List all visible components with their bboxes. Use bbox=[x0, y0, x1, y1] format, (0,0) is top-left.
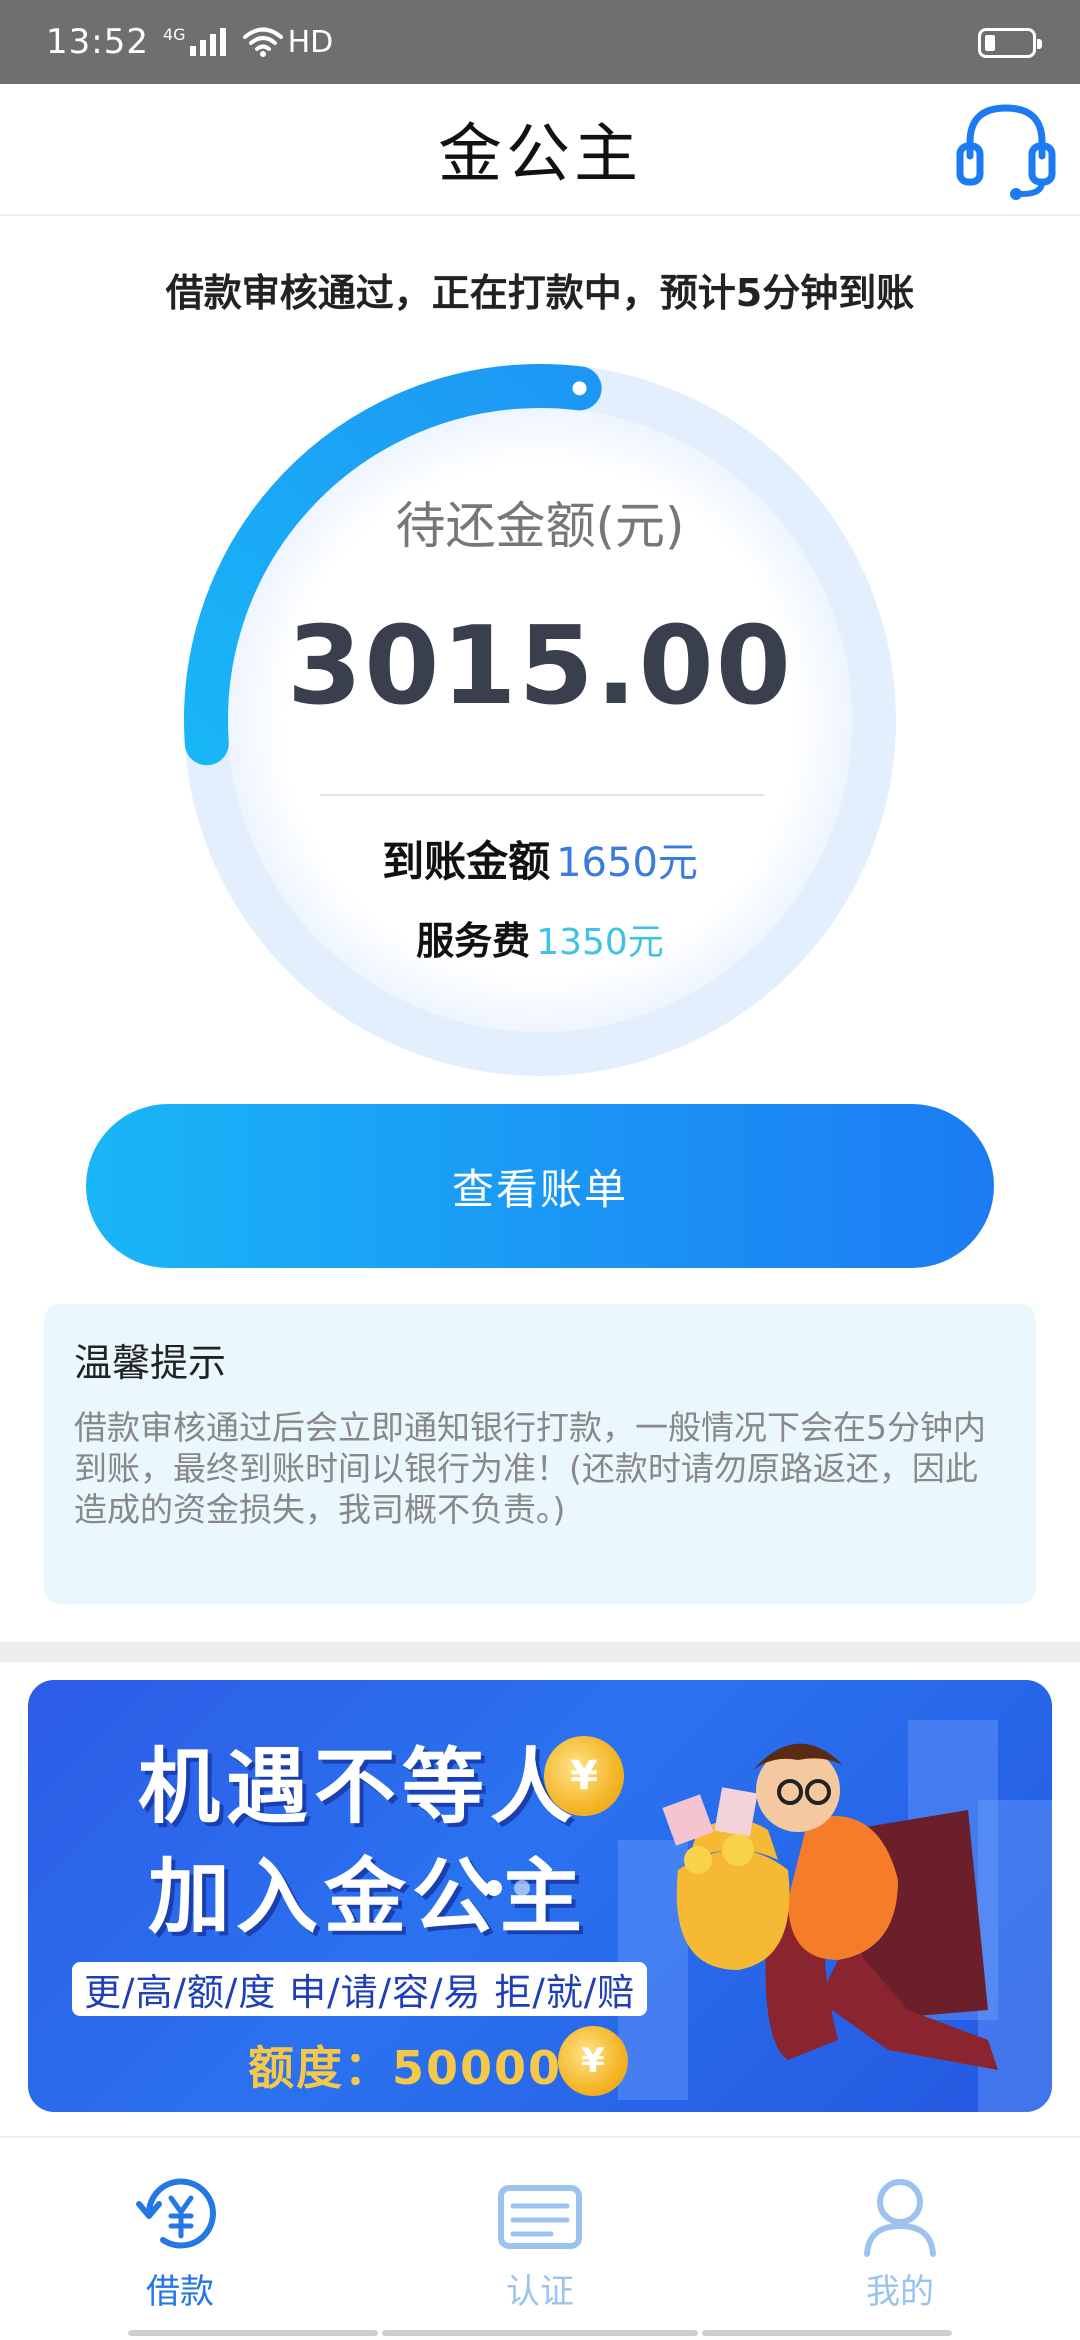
gesture-bar bbox=[382, 2330, 698, 2336]
approval-notice: 借款审核通过，正在打款中，预计5分钟到账 bbox=[165, 271, 915, 315]
fee-row: 服务费 1350元 bbox=[180, 910, 900, 965]
ring-divider bbox=[320, 794, 764, 796]
banner-features: 更/高/额/度 申/请/容/易 拒/就/赔 bbox=[72, 1962, 648, 2016]
banner-pagination bbox=[486, 1880, 530, 1896]
tips-card: 温馨提示 借款审核通过后会立即通知银行打款，一般情况下会在5分钟内到账，最终到账… bbox=[44, 1304, 1036, 1604]
id-card-icon bbox=[498, 2185, 582, 2249]
tips-body: 借款审核通过后会立即通知银行打款，一般情况下会在5分钟内到账，最终到账时间以银行… bbox=[74, 1408, 986, 1529]
repayment-ring: 待还金额(元) 3015.00 到账金额 1650元 服务费 1350元 bbox=[180, 360, 900, 1080]
tips-title: 温馨提示 bbox=[74, 1341, 227, 1385]
received-row: 到账金额 1650元 bbox=[180, 828, 900, 889]
nav-item-verify[interactable]: 认证 bbox=[360, 2138, 720, 2340]
amount-due-value: 3015.00 bbox=[287, 604, 793, 729]
nav-label-loan: 借款 bbox=[146, 2272, 214, 2312]
hd-indicator: HD bbox=[287, 24, 334, 60]
running-man-illustration bbox=[662, 1743, 998, 2070]
banner-quota: 额度：50000 bbox=[248, 2041, 563, 2095]
gesture-bar bbox=[128, 2330, 378, 2336]
banner-headline-1: 机遇不等人 bbox=[138, 1740, 579, 1835]
app-screen: 13:52 4G HD 金公主 借款审核通过，正在打款中，预计5分钟到账 待还金… bbox=[0, 0, 1080, 2340]
nav-item-loan[interactable]: 借款 bbox=[0, 2138, 360, 2340]
view-bill-button[interactable]: 查看账单 bbox=[86, 1104, 994, 1268]
app-header: 金公主 bbox=[0, 84, 1080, 216]
fee-label: 服务费 bbox=[416, 919, 531, 963]
battery-icon bbox=[978, 28, 1042, 58]
section-divider bbox=[0, 1642, 1080, 1662]
fee-value: 1350元 bbox=[536, 922, 664, 963]
network-type: 4G bbox=[162, 24, 186, 44]
bottom-nav: 借款 认证 我的 bbox=[0, 2136, 1080, 2340]
pagination-dot[interactable] bbox=[514, 1880, 530, 1896]
loan-yen-icon bbox=[136, 2178, 216, 2249]
received-value: 1650元 bbox=[556, 840, 698, 886]
pagination-dot[interactable] bbox=[486, 1880, 502, 1896]
nav-label-profile: 我的 bbox=[866, 2272, 934, 2312]
signal-icon bbox=[189, 28, 226, 56]
gesture-bar bbox=[702, 2330, 952, 2336]
status-time: 13:52 bbox=[46, 22, 149, 62]
promo-banner[interactable]: 机遇不等人 加入金公主 ¥ 更/高/额/度 申/请/容/易 拒/就/赔 额度：5… bbox=[28, 1680, 1052, 2112]
page-title: 金公主 bbox=[438, 118, 642, 192]
status-bar: 13:52 4G HD bbox=[0, 0, 1080, 84]
wifi-icon bbox=[242, 27, 283, 57]
nav-item-profile[interactable]: 我的 bbox=[720, 2138, 1080, 2340]
received-label: 到账金额 bbox=[382, 837, 551, 886]
headset-icon[interactable] bbox=[956, 98, 1056, 202]
gold-coin-icon: ¥ bbox=[544, 1736, 624, 1816]
gold-coin-icon: ¥ bbox=[558, 2026, 628, 2096]
user-icon bbox=[864, 2179, 936, 2257]
amount-due-label: 待还金额(元) bbox=[395, 497, 685, 555]
nav-label-verify: 认证 bbox=[506, 2272, 574, 2312]
progress-knob bbox=[572, 381, 587, 396]
